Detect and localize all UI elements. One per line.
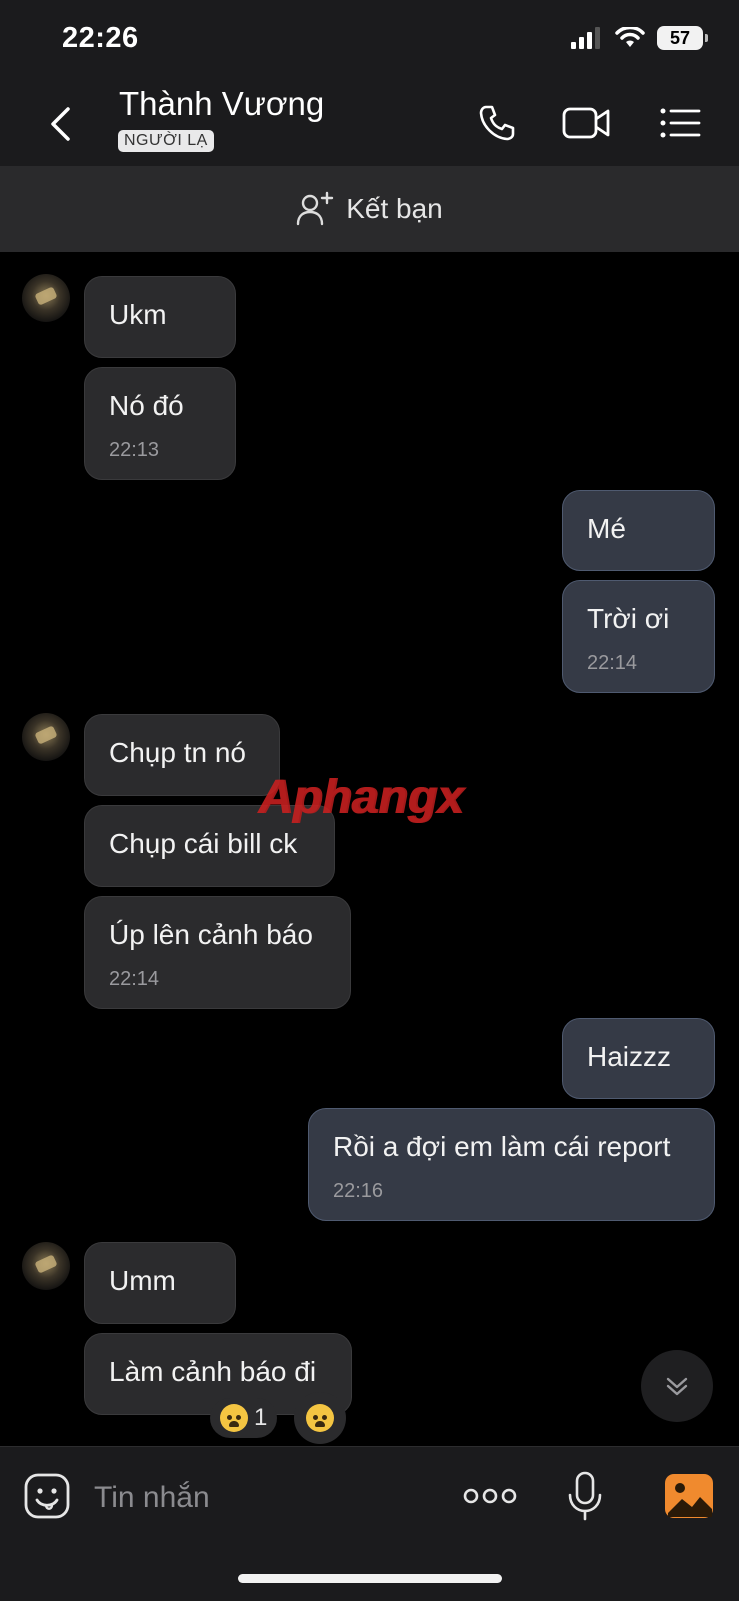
message-text: Trời ơi xyxy=(587,603,670,634)
message-time: 22:13 xyxy=(109,439,160,461)
watermark-text-b: x xyxy=(436,771,464,824)
home-indicator xyxy=(238,1574,502,1583)
more-options-button[interactable] xyxy=(463,1469,517,1523)
menu-icon xyxy=(660,108,701,138)
contact-avatar[interactable] xyxy=(22,274,70,322)
message-time: 22:14 xyxy=(109,968,160,990)
watermark-logo: Aphangx xyxy=(258,770,463,825)
message-text: Umm xyxy=(109,1265,176,1296)
wifi-icon xyxy=(615,27,645,47)
message-bubble[interactable]: Umm xyxy=(84,1242,236,1324)
status-time: 22:26 xyxy=(62,22,139,54)
chat-header: Thành Vương NGƯỜI LẠ xyxy=(0,82,739,166)
message-text: Haizzz xyxy=(587,1041,672,1072)
options-button[interactable] xyxy=(653,96,707,150)
voice-button[interactable] xyxy=(558,1469,612,1523)
message-input[interactable] xyxy=(92,1477,436,1519)
message-text: Rồi a đợi em làm cái report xyxy=(333,1131,671,1162)
scroll-to-bottom-button[interactable] xyxy=(641,1350,713,1422)
video-icon xyxy=(562,107,610,139)
message-bubble[interactable]: Haizzz xyxy=(562,1018,715,1099)
message-bubble[interactable]: Trời ơi 22:14 xyxy=(562,580,715,693)
message-bubble[interactable]: Chụp tn nó xyxy=(84,714,280,796)
message-text: Ukm xyxy=(109,299,167,330)
watermark-text-a: Aphang xyxy=(258,771,437,824)
message-text: Chụp cái bill ck xyxy=(109,828,298,859)
message-text: Chụp tn nó xyxy=(109,737,246,768)
reaction-count: 1 xyxy=(254,1404,268,1431)
more-icon xyxy=(463,1488,517,1504)
message-bubble[interactable]: Ukm xyxy=(84,276,236,358)
status-bar: 22:26 57 xyxy=(0,0,739,82)
message-bubble[interactable]: Rồi a đợi em làm cái report 22:16 xyxy=(308,1108,715,1221)
signal-icon xyxy=(571,27,600,49)
crying-face-emoji xyxy=(306,1404,334,1432)
photo-button[interactable] xyxy=(662,1469,716,1523)
message-time: 22:16 xyxy=(333,1180,384,1202)
react-button[interactable] xyxy=(294,1392,346,1444)
message-text: Mé xyxy=(587,513,626,544)
call-button[interactable] xyxy=(470,96,524,150)
reaction-summary[interactable]: 1 xyxy=(210,1398,278,1438)
photo-icon xyxy=(665,1474,713,1518)
message-text: Úp lên cảnh báo xyxy=(109,919,313,950)
message-bubble[interactable]: Úp lên cảnh báo 22:14 xyxy=(84,896,351,1009)
status-icons: 57 xyxy=(571,26,708,50)
back-button[interactable] xyxy=(36,100,84,148)
stranger-badge: NGƯỜI LẠ xyxy=(118,130,214,152)
contact-avatar[interactable] xyxy=(22,713,70,761)
microphone-icon xyxy=(568,1471,602,1521)
add-friend-bar[interactable]: Kết bạn xyxy=(0,166,739,252)
crying-face-emoji xyxy=(220,1404,248,1432)
message-text: Nó đó xyxy=(109,390,184,421)
phone-icon xyxy=(479,105,515,141)
add-friend-icon xyxy=(297,191,334,226)
message-bubble[interactable]: Mé xyxy=(562,490,715,571)
message-time: 22:14 xyxy=(587,652,638,674)
back-icon xyxy=(51,107,70,141)
message-bubble[interactable]: Nó đó 22:13 xyxy=(84,367,236,480)
add-friend-label: Kết bạn xyxy=(346,193,443,224)
chevron-down-icon xyxy=(666,1377,688,1396)
contact-name[interactable]: Thành Vương xyxy=(119,85,324,123)
video-call-button[interactable] xyxy=(560,96,614,150)
sticker-button[interactable] xyxy=(20,1469,74,1523)
message-text: Làm cảnh báo đi xyxy=(109,1356,317,1387)
sticker-icon xyxy=(24,1473,70,1519)
contact-avatar[interactable] xyxy=(22,1242,70,1290)
battery-icon: 57 xyxy=(657,26,708,50)
